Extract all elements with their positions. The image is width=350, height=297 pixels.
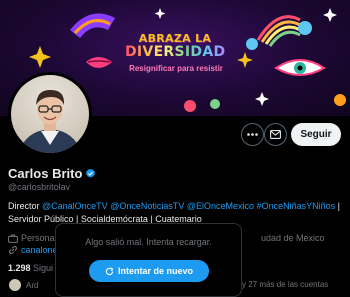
more-options-button[interactable] xyxy=(241,123,264,146)
ellipsis-icon xyxy=(247,133,258,136)
link-icon xyxy=(9,246,17,254)
banner-subtitle: Resignificar para resistir xyxy=(129,64,223,73)
profile-name-row: Carlos Brito xyxy=(8,166,96,181)
follower-avatar xyxy=(8,278,22,292)
message-button[interactable] xyxy=(264,123,287,146)
avatar-portrait xyxy=(19,89,81,153)
bio-separator: | xyxy=(335,201,340,211)
profile-location: udad de Mexico xyxy=(261,233,325,243)
following-count: 1.298 xyxy=(8,263,31,273)
banner-title-line2: DIVERSIDAD xyxy=(125,44,226,60)
followers-preview-left: Ard xyxy=(26,280,39,290)
following-label: Sigui xyxy=(33,263,54,273)
retry-label: Intentar de nuevo xyxy=(117,266,193,276)
bio-prefix: Director xyxy=(8,201,43,211)
error-message: Algo salió mal. Intenta recargar. xyxy=(85,237,212,247)
retry-button[interactable]: Intentar de nuevo xyxy=(89,260,209,282)
profile-category-row: Personal xyxy=(8,233,57,243)
avatar-photo xyxy=(11,75,89,153)
bio-mention-oncenoticias[interactable]: @OnceNoticiasTV xyxy=(110,201,184,211)
followers-you-know-row[interactable]: Ard xyxy=(8,278,38,292)
profile-avatar[interactable] xyxy=(8,72,92,156)
profile-website-row[interactable]: canalone xyxy=(8,245,58,255)
refresh-icon xyxy=(105,266,114,275)
verified-badge-icon[interactable] xyxy=(85,168,96,179)
error-toast: Algo salió mal. Intenta recargar. Intent… xyxy=(55,223,242,297)
profile-name: Carlos Brito xyxy=(8,166,83,181)
bio-hashtag-onceninos[interactable]: #OnceNiñasYNiños xyxy=(257,201,336,211)
profile-handle: @carlosbritolav xyxy=(8,182,71,192)
profile-website[interactable]: canalone xyxy=(21,245,58,255)
bio-mention-elonce[interactable]: @ElOnceMexico xyxy=(187,201,254,211)
briefcase-icon xyxy=(8,234,18,243)
follow-button[interactable]: Seguir xyxy=(291,123,341,146)
rainbow-graphic xyxy=(256,15,301,47)
following-count-row[interactable]: 1.298 Sigui xyxy=(8,263,53,273)
bio-mention-canalonce[interactable]: @CanalOnceTV xyxy=(42,201,108,211)
profile-category: Personal xyxy=(21,233,57,243)
envelope-icon xyxy=(270,130,281,139)
banner-title: ABRAZA LA DIVERSIDAD xyxy=(125,33,225,60)
